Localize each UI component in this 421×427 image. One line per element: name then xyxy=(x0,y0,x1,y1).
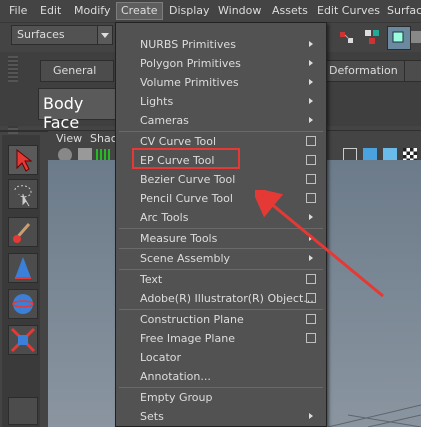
toolbox xyxy=(2,135,40,427)
option-box-icon[interactable] xyxy=(306,155,316,165)
menu-item-construction-plane[interactable]: Construction Plane xyxy=(140,310,244,329)
lasso-tool[interactable] xyxy=(8,179,38,209)
menu-surfaces[interactable]: Surface xyxy=(383,3,421,19)
menu-item-annotation[interactable]: Annotation... xyxy=(140,367,211,386)
menu-item-cameras[interactable]: Cameras xyxy=(140,111,189,130)
select-tool[interactable] xyxy=(8,145,38,175)
menu-item-locator[interactable]: Locator xyxy=(140,348,181,367)
main-menubar: File Edit Modify Create Display Window A… xyxy=(0,0,421,23)
viewport-menu-view[interactable]: View xyxy=(56,132,82,145)
submenu-arrow-icon xyxy=(309,60,313,66)
submenu-arrow-icon xyxy=(309,79,313,85)
menuset-value: Surfaces xyxy=(17,28,65,41)
tab-overflow[interactable] xyxy=(404,60,421,82)
chevron-down-icon xyxy=(97,26,112,44)
tab-general[interactable]: General xyxy=(40,60,114,82)
option-box-icon[interactable] xyxy=(306,174,316,184)
menu-item-free-image-plane[interactable]: Free Image Plane xyxy=(140,329,235,348)
scale-tool[interactable] xyxy=(8,325,38,355)
annotation-arrow xyxy=(255,190,384,298)
submenu-arrow-icon xyxy=(309,117,313,123)
menu-item-text[interactable]: Text xyxy=(140,270,162,289)
menu-modify[interactable]: Modify xyxy=(70,3,114,19)
menu-item-arc-tools[interactable]: Arc Tools xyxy=(140,208,188,227)
viewport-menu-shading[interactable]: Shac xyxy=(90,132,117,145)
menu-edit-curves[interactable]: Edit Curves xyxy=(313,3,384,19)
submenu-arrow-icon xyxy=(309,413,313,419)
snap-curve-icon[interactable] xyxy=(337,27,359,47)
menu-item-polygon-primitives[interactable]: Polygon Primitives xyxy=(140,54,241,73)
paint-select-tool[interactable] xyxy=(8,217,38,247)
menu-item-lights[interactable]: Lights xyxy=(140,92,173,111)
snap-point-icon[interactable] xyxy=(362,27,384,47)
move-tool[interactable] xyxy=(8,253,38,283)
menu-item-measure-tools[interactable]: Measure Tools xyxy=(140,229,217,248)
tab-deformation-label: Deformation xyxy=(329,64,398,77)
last-tool[interactable] xyxy=(8,397,38,425)
highlight-box xyxy=(132,148,240,169)
menu-file[interactable]: File xyxy=(5,3,31,19)
menu-item-pencil-curve-tool[interactable]: Pencil Curve Tool xyxy=(140,189,233,208)
option-box-icon[interactable] xyxy=(306,333,316,343)
submenu-arrow-icon xyxy=(309,98,313,104)
submenu-arrow-icon xyxy=(309,41,313,47)
menu-window[interactable]: Window xyxy=(214,3,265,19)
tab-deformation[interactable]: Deformation xyxy=(326,60,406,82)
menu-assets[interactable]: Assets xyxy=(268,3,312,19)
menu-create[interactable]: Create xyxy=(116,2,163,20)
menu-display[interactable]: Display xyxy=(165,3,214,19)
menu-item-bezier-curve-tool[interactable]: Bezier Curve Tool xyxy=(140,170,235,189)
menuset-select[interactable]: Surfaces xyxy=(11,25,113,45)
option-box-icon[interactable] xyxy=(306,314,316,324)
body-face-label: Body Face xyxy=(43,94,84,132)
menu-item-nurbs-primitives[interactable]: NURBS Primitives xyxy=(140,35,236,54)
snap-view-icon[interactable] xyxy=(387,26,411,50)
tab-general-label: General xyxy=(53,64,97,77)
menu-item-sets[interactable]: Sets xyxy=(140,407,164,426)
option-box-icon[interactable] xyxy=(306,136,316,146)
menu-edit[interactable]: Edit xyxy=(36,3,65,19)
rotate-tool[interactable] xyxy=(8,289,38,319)
menu-item-empty-group[interactable]: Empty Group xyxy=(140,388,212,407)
menu-item-volume-primitives[interactable]: Volume Primitives xyxy=(140,73,239,92)
shelf-item-body-face[interactable]: Body Face xyxy=(38,88,120,132)
render-icon[interactable] xyxy=(410,27,421,47)
menu-item-scene-assembly[interactable]: Scene Assembly xyxy=(140,249,230,268)
